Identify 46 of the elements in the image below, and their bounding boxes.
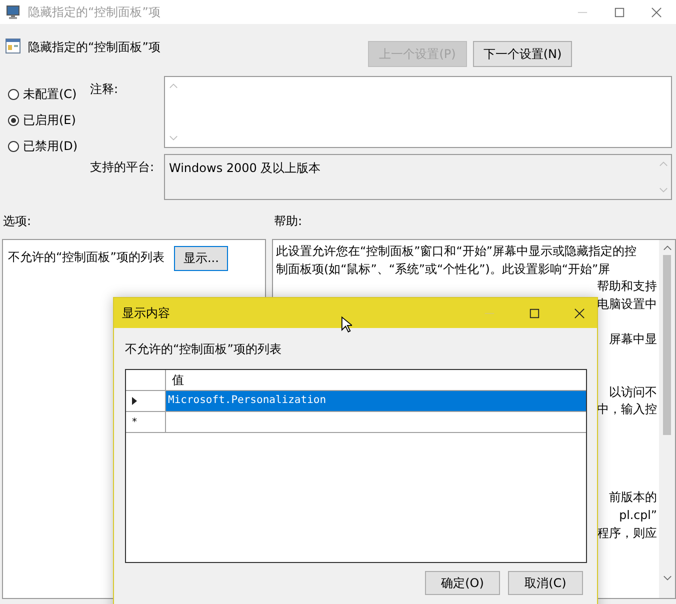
grid-cell[interactable]: Microsoft.Personalization	[166, 391, 586, 411]
radio-label[interactable]: 已启用(E)	[23, 112, 76, 129]
help-text: 屏幕中显	[609, 330, 657, 348]
mouse-pointer-icon	[341, 316, 352, 333]
dialog-title: 显示内容	[122, 304, 170, 322]
radio-label[interactable]: 未配置(C)	[23, 86, 77, 103]
radio-button[interactable]	[8, 141, 19, 152]
policy-title: 隐藏指定的“控制面板”项	[28, 39, 162, 56]
help-text: 帮助和支持	[597, 278, 657, 296]
new-row-marker: *	[132, 416, 137, 428]
radio-button[interactable]	[8, 89, 19, 100]
nav-button[interactable]: 下一个设置(N)	[473, 41, 572, 67]
help-text: 以访问不	[609, 384, 657, 401]
column-header[interactable]: 值	[166, 370, 190, 390]
comment-field[interactable]	[164, 76, 672, 148]
show-button[interactable]: 显示...	[174, 246, 228, 271]
dialog-button[interactable]: 确定(O)	[425, 571, 500, 595]
policy-icon	[5, 38, 21, 54]
help-text: 制面板项(如“鼠标”、“系统”或“个性化”)。此设置影响“开始”屏	[276, 260, 610, 278]
help-text: 电脑设置中	[597, 296, 657, 313]
scrollbar[interactable]	[659, 240, 675, 598]
radio-label[interactable]: 已禁用(D)	[23, 138, 78, 155]
scroll-down-icon[interactable]	[662, 575, 672, 581]
computer-icon	[6, 4, 22, 20]
scroll-up-icon[interactable]	[662, 245, 672, 251]
help-label: 帮助:	[274, 213, 302, 230]
help-text: 前版本的	[609, 489, 657, 506]
list-label: 不允许的“控制面板”项的列表	[125, 341, 282, 358]
options-label: 选项:	[3, 213, 32, 230]
help-text: 程序，则应	[597, 524, 657, 542]
platform-value: Windows 2000 及以上版本	[168, 160, 322, 177]
platform-label: 支持的平台:	[90, 159, 156, 176]
window-title: 隐藏指定的“控制面板”项	[28, 4, 162, 20]
maximize-icon[interactable]	[614, 6, 625, 18]
maximize-icon[interactable]	[529, 308, 540, 318]
row-header[interactable]: *	[126, 412, 166, 432]
help-text: 此设置允许您在“控制面板”窗口和“开始”屏幕中显示或隐藏指定的控	[276, 243, 636, 260]
scroll-thumb[interactable]	[663, 255, 671, 435]
close-icon[interactable]	[574, 308, 585, 318]
radio-button[interactable]	[8, 115, 19, 126]
dialog-button[interactable]: 取消(C)	[508, 571, 583, 595]
help-text: pl.cpl”	[619, 506, 657, 524]
current-row-icon	[132, 397, 137, 405]
list-label: 不允许的“控制面板”项的列表	[8, 249, 164, 266]
comment-label: 注释:	[90, 81, 120, 98]
close-icon[interactable]	[651, 6, 662, 18]
